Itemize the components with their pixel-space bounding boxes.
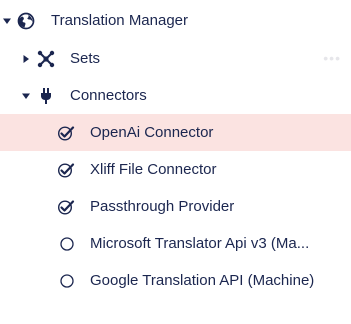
connector-item-passthrough[interactable]: Passthrough Provider	[0, 188, 351, 225]
translation-tree: Translation Manager Sets ••• Connectors …	[0, 0, 351, 324]
caret-right-icon[interactable]	[21, 54, 31, 64]
tree-item-sets[interactable]: Sets •••	[0, 40, 351, 77]
connector-label: Google Translation API (Machine)	[90, 272, 315, 289]
tree-item-connectors[interactable]: Connectors	[0, 77, 351, 114]
tree-item-label: Translation Manager	[51, 12, 189, 29]
tree-item-translation-manager[interactable]: Translation Manager	[0, 2, 351, 39]
plug-icon	[37, 87, 55, 105]
circle-icon	[58, 235, 76, 253]
connector-item-microsoft[interactable]: Microsoft Translator Api v3 (Ma...	[0, 225, 351, 262]
check-icon	[57, 161, 75, 179]
circle-icon	[58, 272, 76, 290]
tree-item-label: Connectors	[70, 87, 147, 104]
connector-label: Passthrough Provider	[90, 198, 235, 215]
connector-item-openai[interactable]: OpenAi Connector	[0, 114, 351, 151]
caret-down-icon[interactable]	[2, 16, 12, 26]
caret-down-icon[interactable]	[21, 91, 31, 101]
more-icon[interactable]: •••	[323, 51, 341, 65]
connector-label: OpenAi Connector	[90, 124, 214, 141]
connector-label: Microsoft Translator Api v3 (Ma...	[90, 235, 310, 252]
sets-icon	[37, 50, 55, 68]
check-icon	[57, 124, 75, 142]
connector-item-xliff[interactable]: Xliff File Connector	[0, 151, 351, 188]
tree-item-label: Sets	[70, 50, 101, 67]
check-icon	[57, 198, 75, 216]
globe-icon	[17, 12, 35, 30]
connector-label: Xliff File Connector	[90, 161, 217, 178]
connector-item-google[interactable]: Google Translation API (Machine)	[0, 262, 351, 299]
